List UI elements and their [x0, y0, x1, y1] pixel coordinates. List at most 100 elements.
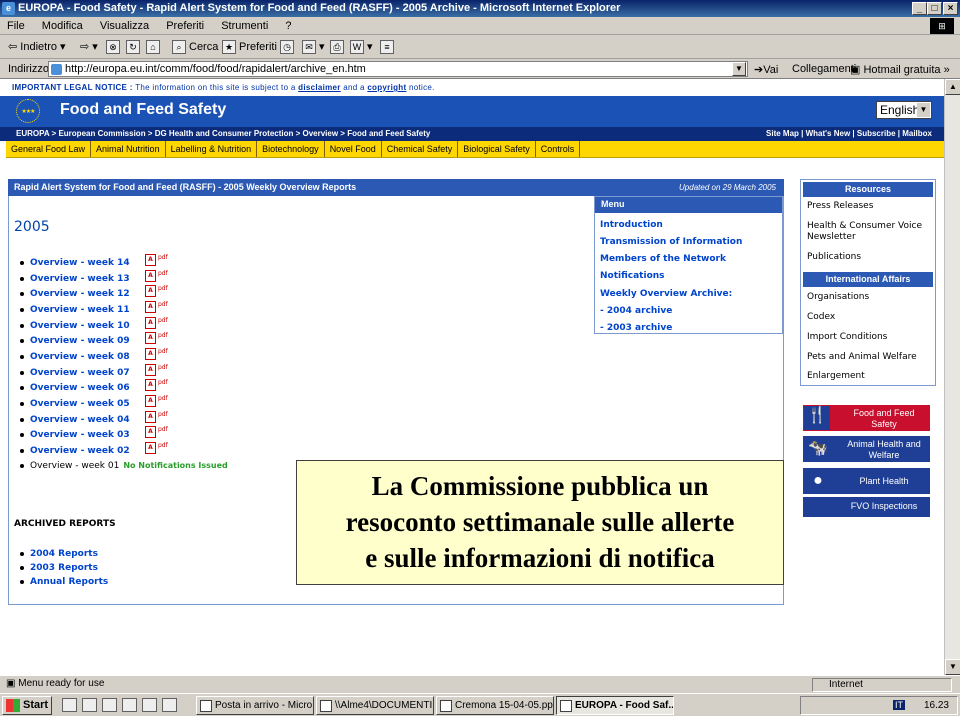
menu-preferiti[interactable]: Preferiti — [159, 17, 211, 32]
menu-file[interactable]: File — [0, 17, 32, 32]
nav-labelling[interactable]: Labelling & Nutrition — [166, 141, 258, 157]
pdf-icon[interactable]: A — [145, 379, 156, 391]
week-link[interactable]: Overview - week 13 Apdf — [20, 270, 168, 284]
pdf-icon[interactable]: A — [145, 364, 156, 376]
international-link[interactable]: Codex — [807, 312, 835, 323]
week-link[interactable]: Overview - week 14 Apdf — [20, 254, 168, 268]
week-link[interactable]: Overview - week 07 Apdf — [20, 364, 168, 378]
favorites-button[interactable]: ★ Preferiti — [222, 40, 277, 54]
address-input[interactable]: http://europa.eu.int/comm/food/food/rapi… — [48, 61, 748, 77]
menu-link[interactable]: - 2004 archive — [600, 306, 672, 316]
week-link[interactable]: Overview - week 02 Apdf — [20, 442, 168, 456]
stop-button[interactable]: ⊗ — [106, 40, 123, 54]
back-button[interactable]: ⇦ Indietro ▾ — [8, 40, 66, 53]
task-explorer[interactable]: \\Alme4\DOCUMENTI... — [316, 696, 434, 715]
menu-modifica[interactable]: Modifica — [35, 17, 90, 32]
search-button[interactable]: ⌕ Cerca — [172, 40, 218, 54]
menu-link[interactable]: - 2003 archive — [600, 323, 672, 333]
pdf-icon[interactable]: A — [145, 285, 156, 297]
task-outlook[interactable]: Posta in arrivo - Micro... — [196, 696, 314, 715]
nav-novel-food[interactable]: Novel Food — [325, 141, 382, 157]
nav-biotechnology[interactable]: Biotechnology — [257, 141, 325, 157]
quicklaunch-icon[interactable] — [122, 698, 137, 712]
window-titlebar[interactable]: e EUROPA - Food Safety - Rapid Alert Sys… — [0, 0, 960, 17]
archived-link[interactable]: 2003 Reports — [20, 563, 98, 573]
copyright-link[interactable]: copyright — [367, 83, 406, 92]
pdf-icon[interactable]: A — [145, 317, 156, 329]
history-button[interactable]: ◷ — [280, 40, 297, 54]
ie-quicklaunch-icon[interactable] — [162, 698, 177, 712]
menu-visualizza[interactable]: Visualizza — [93, 17, 156, 32]
mail-button[interactable]: ✉ ▾ — [302, 40, 325, 55]
archived-link[interactable]: Annual Reports — [20, 577, 108, 587]
home-button[interactable]: ⌂ — [146, 40, 163, 54]
pdf-icon[interactable]: A — [145, 348, 156, 360]
week-link[interactable]: Overview - week 08 Apdf — [20, 348, 168, 362]
language-indicator[interactable]: IT — [893, 700, 905, 710]
breadcrumb-text[interactable]: EUROPA > European Commission > DG Health… — [16, 129, 430, 138]
tile-plant-health[interactable]: ● Plant Health — [803, 468, 930, 494]
task-browser[interactable]: EUROPA - Food Saf... — [556, 696, 674, 715]
archived-link[interactable]: 2004 Reports — [20, 549, 98, 559]
pdf-icon[interactable]: A — [145, 270, 156, 282]
nav-chemical-safety[interactable]: Chemical Safety — [382, 141, 459, 157]
hotmail-link[interactable]: ▣ Hotmail gratuita » — [850, 63, 950, 76]
international-link[interactable]: Organisations — [807, 292, 869, 303]
links-toolbar[interactable]: Collegamenti — [792, 63, 856, 75]
disclaimer-link[interactable]: disclaimer — [298, 83, 341, 92]
go-button[interactable]: ➔Vai — [754, 63, 778, 76]
language-select[interactable]: English ▼ — [876, 101, 932, 119]
tile-fvo-inspections[interactable]: FVO Inspections — [803, 497, 930, 517]
nav-biological-safety[interactable]: Biological Safety — [458, 141, 536, 157]
tile-food-feed-safety[interactable]: 🍴 Food and Feed Safety — [803, 405, 930, 431]
pdf-icon[interactable]: A — [145, 411, 156, 423]
maximize-button[interactable]: □ — [927, 2, 942, 15]
pdf-icon[interactable]: A — [145, 426, 156, 438]
address-dropdown[interactable]: ▼ — [732, 62, 746, 76]
discuss-button[interactable]: ≡ — [380, 40, 397, 54]
quicklaunch-icon[interactable] — [142, 698, 157, 712]
minimize-button[interactable]: _ — [912, 2, 927, 15]
menu-link[interactable]: Weekly Overview Archive: — [600, 289, 732, 299]
resource-link[interactable]: Publications — [807, 252, 861, 263]
quicklaunch-icon[interactable] — [102, 698, 117, 712]
week-link[interactable]: Overview - week 11 Apdf — [20, 301, 168, 315]
pdf-icon[interactable]: A — [145, 395, 156, 407]
menu-link[interactable]: Introduction — [600, 220, 663, 230]
forward-button[interactable]: ⇨ ▾ — [80, 40, 98, 53]
scroll-down-icon[interactable]: ▼ — [945, 659, 960, 675]
nav-general-food-law[interactable]: General Food Law — [6, 141, 92, 157]
nav-animal-nutrition[interactable]: Animal Nutrition — [91, 141, 166, 157]
edit-button[interactable]: W ▾ — [350, 40, 373, 55]
pdf-icon[interactable]: A — [145, 254, 156, 266]
week-link[interactable]: Overview - week 10 Apdf — [20, 317, 168, 331]
week-link[interactable]: Overview - week 04 Apdf — [20, 411, 168, 425]
utility-links[interactable]: Site Map | What's New | Subscribe | Mail… — [766, 129, 932, 138]
week-link[interactable]: Overview - week 12 Apdf — [20, 285, 168, 299]
pdf-icon[interactable]: A — [145, 301, 156, 313]
resource-link[interactable]: Health & Consumer Voice Newsletter — [807, 221, 933, 243]
vertical-scrollbar[interactable]: ▲ ▼ — [944, 79, 960, 675]
print-button[interactable]: ⎙ — [330, 40, 347, 54]
week-link[interactable]: Overview - week 09 Apdf — [20, 332, 168, 346]
clock[interactable]: 16.23 — [924, 700, 949, 711]
international-link[interactable]: Enlargement — [807, 371, 865, 382]
menu-help[interactable]: ? — [278, 17, 298, 32]
pdf-icon[interactable]: A — [145, 332, 156, 344]
menu-link[interactable]: Transmission of Information — [600, 237, 742, 247]
scroll-up-icon[interactable]: ▲ — [945, 79, 960, 95]
international-link[interactable]: Import Conditions — [807, 332, 887, 343]
week-link[interactable]: Overview - week 06 Apdf — [20, 379, 168, 393]
close-button[interactable]: × — [943, 2, 958, 15]
week-link[interactable]: Overview - week 05 Apdf — [20, 395, 168, 409]
resource-link[interactable]: Press Releases — [807, 201, 873, 212]
menu-strumenti[interactable]: Strumenti — [214, 17, 275, 32]
tile-animal-health[interactable]: 🐄 Animal Health and Welfare — [803, 436, 930, 462]
quicklaunch-icon[interactable] — [62, 698, 77, 712]
menu-link[interactable]: Members of the Network — [600, 254, 726, 264]
international-link[interactable]: Pets and Animal Welfare — [807, 352, 917, 363]
menu-link[interactable]: Notifications — [600, 271, 665, 281]
pdf-icon[interactable]: A — [145, 442, 156, 454]
nav-controls[interactable]: Controls — [536, 141, 581, 157]
refresh-button[interactable]: ↻ — [126, 40, 143, 54]
